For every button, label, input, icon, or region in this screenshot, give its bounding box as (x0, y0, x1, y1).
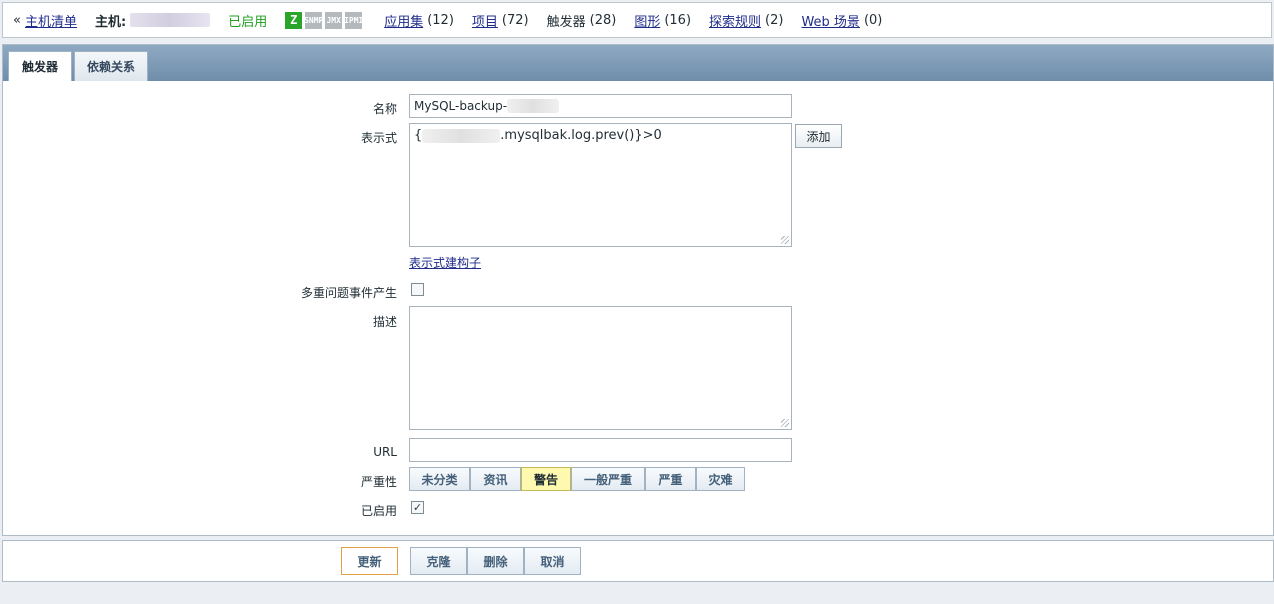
snmp-icon: SNMP (304, 11, 323, 29)
expression-host-redacted (422, 128, 501, 143)
description-textarea[interactable] (409, 306, 792, 430)
nav-items: 项目 (72) (472, 11, 529, 30)
clone-button[interactable]: 克隆 (410, 547, 467, 575)
applications-count: (12) (427, 12, 454, 28)
expression-builder-link[interactable]: 表示式建构子 (409, 254, 481, 271)
nav-graphs: 图形 (16) (634, 11, 691, 30)
update-button[interactable]: 更新 (341, 547, 398, 575)
name-value: MySQL-backup- (414, 99, 508, 113)
severity-average[interactable]: 一般严重 (571, 467, 645, 491)
triggers-label: 触发器 (546, 14, 586, 30)
resize-grip-icon[interactable] (781, 419, 789, 427)
ipmi-icon: IPMI (344, 11, 363, 29)
severity-disaster[interactable]: 灾难 (696, 467, 745, 491)
name-label: 名称 (372, 102, 397, 116)
items-count: (72) (501, 12, 529, 28)
form-footer: 更新 克隆 删除 取消 (2, 540, 1274, 582)
resize-grip-icon[interactable] (781, 236, 789, 244)
severity-information[interactable]: 资讯 (470, 467, 521, 491)
availability-icons: Z SNMP JMX IPMI (285, 11, 363, 29)
nav-discovery: 探索规则 (2) (709, 11, 783, 30)
host-name: 主机: (94, 11, 211, 30)
enabled-checkbox[interactable]: ✓ (411, 501, 424, 514)
nav-web: Web 场景 (0) (801, 11, 882, 30)
description-label: 描述 (372, 315, 397, 329)
name-redacted (507, 99, 560, 113)
multiple-events-label: 多重问题事件产生 (300, 286, 397, 300)
expression-prefix: { (414, 128, 423, 143)
expression-textarea[interactable]: { .mysqlbak.log.prev()}>0 (409, 123, 792, 247)
web-count: (0) (863, 12, 883, 28)
tab-dependencies[interactable]: 依赖关系 (74, 51, 148, 81)
severity-label: 严重性 (360, 475, 397, 489)
enabled-label: 已启用 (360, 504, 397, 518)
discovery-rules-link[interactable]: 探索规则 (709, 11, 761, 30)
host-label: 主机: (94, 14, 127, 30)
url-label: URL (373, 445, 397, 459)
host-list-link[interactable]: 主机清单 (25, 11, 77, 30)
items-link[interactable]: 项目 (472, 11, 498, 30)
web-scenarios-link[interactable]: Web 场景 (801, 11, 859, 30)
applications-link[interactable]: 应用集 (384, 11, 423, 30)
expression-suffix: .mysqlbak.log.prev()}>0 (500, 128, 662, 143)
tab-bar: 触发器 依赖关系 (3, 45, 1273, 81)
multiple-events-checkbox[interactable] (411, 283, 424, 296)
name-input[interactable]: MySQL-backup- (409, 94, 792, 118)
expression-label: 表示式 (360, 131, 397, 145)
nav-triggers: 触发器 (28) (547, 11, 617, 30)
graphs-count: (16) (664, 12, 692, 28)
tab-triggers[interactable]: 触发器 (8, 51, 72, 81)
check-mark-icon: ✓ (412, 501, 423, 514)
severity-warning[interactable]: 警告 (521, 467, 571, 491)
jmx-icon: JMX (325, 11, 343, 29)
severity-high[interactable]: 严重 (645, 467, 696, 491)
delete-button[interactable]: 删除 (467, 547, 524, 575)
nav-applications: 应用集 (12) (384, 11, 454, 30)
host-header-bar: « 主机清单 主机: 已启用 Z SNMP JMX IPMI 应用集 (12) … (2, 2, 1272, 38)
discovery-count: (2) (765, 12, 784, 28)
host-status[interactable]: 已启用 (228, 11, 267, 30)
cancel-button[interactable]: 取消 (524, 547, 581, 575)
host-name-redacted (130, 13, 211, 27)
graphs-link[interactable]: 图形 (634, 11, 660, 30)
back-arrow-icon: « (13, 12, 21, 28)
host-list-breadcrumb: « 主机清单 (13, 11, 77, 30)
url-input[interactable] (409, 438, 792, 462)
zabbix-agent-icon: Z (285, 11, 303, 29)
triggers-count: (28) (589, 12, 617, 28)
severity-not-classified[interactable]: 未分类 (409, 467, 470, 491)
add-expression-button[interactable]: 添加 (795, 124, 842, 148)
